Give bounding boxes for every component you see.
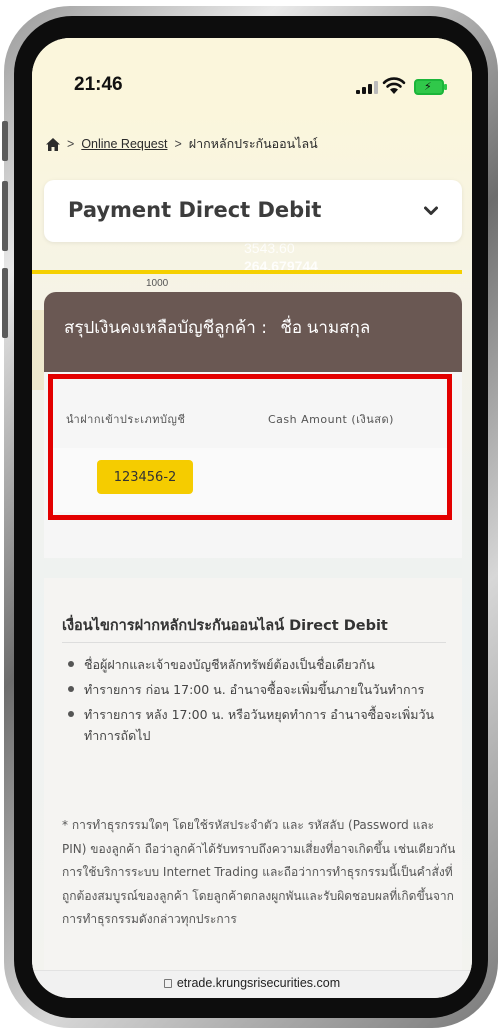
status-time: 21:46 <box>74 74 123 95</box>
list-item: ทำรายการ หลัง 17:00 น. หรือวันหยุดทำการ … <box>62 704 454 746</box>
conditions-card: เงื่อนไขการฝากหลักประกันออนไลน์ Direct D… <box>44 578 462 978</box>
home-icon[interactable] <box>46 137 60 151</box>
breadcrumb: > Online Request > ฝากหลักประกันออนไลน์ <box>46 134 318 154</box>
signal-icon <box>356 80 378 94</box>
payment-method-value: Payment Direct Debit <box>68 198 322 222</box>
chevron-down-icon <box>424 206 438 215</box>
list-item: ทำรายการ ก่อน 17:00 น. อำนาจซื้อจะเพิ่มข… <box>62 679 454 700</box>
conditions-title: เงื่อนไขการฝากหลักประกันออนไลน์ Direct D… <box>62 618 388 634</box>
breadcrumb-current: ฝากหลักประกันออนไลน์ <box>188 137 318 151</box>
status-bar: 21:46 ⚡ <box>32 38 472 110</box>
side-button <box>2 181 8 251</box>
browser-url-bar[interactable]: etrade.krungsrisecurities.com <box>32 970 472 998</box>
side-button <box>2 121 8 161</box>
phone-screen: 21:46 ⚡ 3543.60 264.679744 1000 > Online… <box>32 38 472 998</box>
wifi-icon <box>382 77 406 94</box>
side-button <box>2 268 8 338</box>
highlight-box <box>48 374 452 520</box>
breadcrumb-online-request[interactable]: Online Request <box>81 137 167 151</box>
background-number: 1000 <box>146 278 169 289</box>
breadcrumb-separator: > <box>174 137 182 151</box>
url-container: etrade.krungsrisecurities.com <box>32 976 472 990</box>
lock-icon <box>163 979 172 988</box>
list-item: ชื่อผู้ฝากและเจ้าของบัญชีหลักทรัพย์ต้องเ… <box>62 654 454 675</box>
customer-name: ชื่อ นามสกุล <box>280 318 371 337</box>
battery-icon: ⚡ <box>414 79 447 95</box>
conditions-list: ชื่อผู้ฝากและเจ้าของบัญชีหลักทรัพย์ต้องเ… <box>62 654 454 750</box>
payment-method-select[interactable]: Payment Direct Debit <box>44 180 462 242</box>
balance-summary-title: สรุปเงินคงเหลือบัญชีลูกค้า : ชื่อ นามสกุ… <box>64 314 370 341</box>
divider <box>62 642 446 643</box>
background-number: 3543.60 <box>244 240 295 256</box>
breadcrumb-separator: > <box>67 137 75 151</box>
summary-title-text: สรุปเงินคงเหลือบัญชีลูกค้า : <box>64 318 267 338</box>
url-text: etrade.krungsrisecurities.com <box>176 976 341 990</box>
chart-line <box>32 270 462 274</box>
balance-summary-header: สรุปเงินคงเหลือบัญชีลูกค้า : ชื่อ นามสกุ… <box>44 292 462 372</box>
disclaimer-note: * การทำธุรกรรมใดๆ โดยใช้รหัสประจำตัว และ… <box>62 818 456 926</box>
